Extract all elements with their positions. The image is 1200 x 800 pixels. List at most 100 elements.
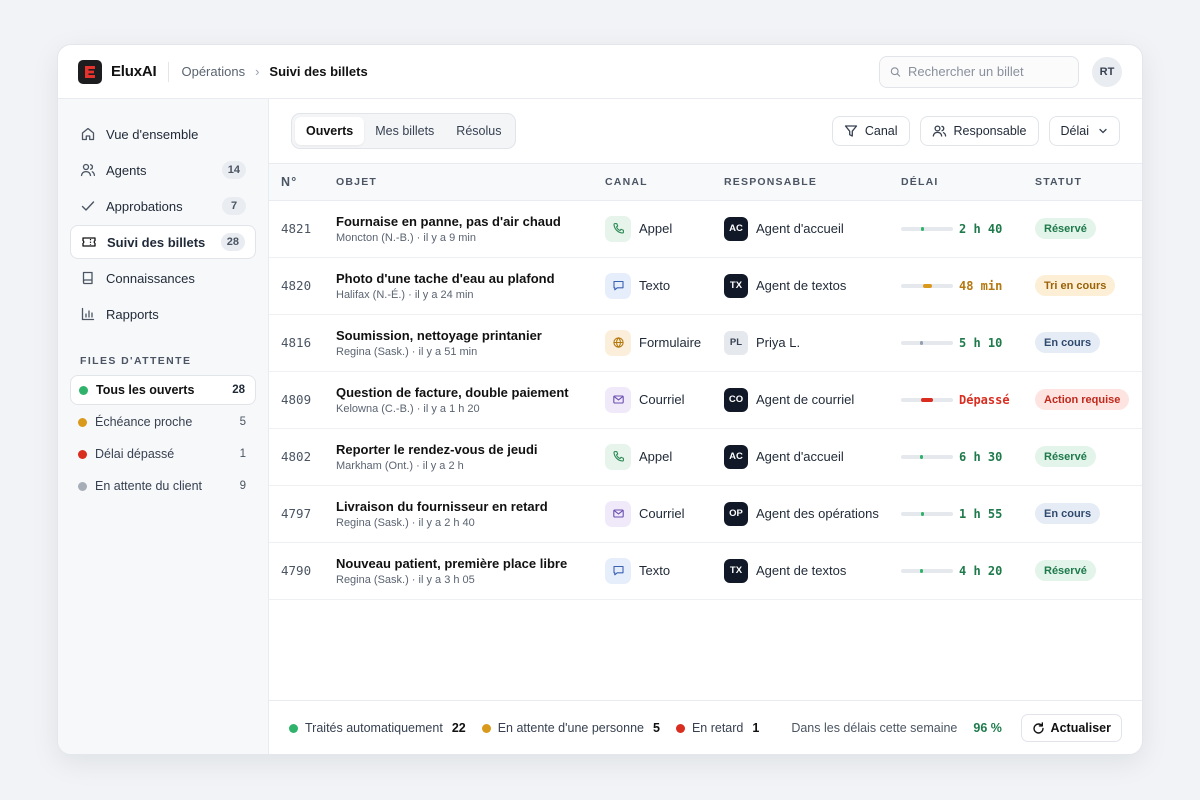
subject-cell: Photo d'une tache d'eau au plafond Halifa…: [336, 257, 605, 315]
assignee-name: Agent d'accueil: [756, 449, 844, 464]
status-dot: [78, 481, 87, 491]
header-assignee[interactable]: RESPONSABLE: [724, 164, 901, 201]
channel-label: Texto: [639, 278, 671, 293]
ticket-meta: Regina (Sask.) · il y a 2 h 40: [336, 516, 475, 529]
queue-label: Échéance proche: [95, 415, 193, 429]
ticket-subject[interactable]: Fournaise en panne, pas d'air chaud: [336, 214, 605, 229]
ticket-number: 4809: [269, 371, 336, 429]
status-badge: Réservé: [1035, 218, 1096, 239]
ticket-meta: Halifax (N.-É.) · il y a 24 min: [336, 288, 474, 301]
sidebar-item-label: Rapports: [106, 306, 159, 322]
ticket-subject[interactable]: Question de facture, double paiement: [336, 385, 605, 400]
sidebar-item-rapports[interactable]: Rapports: [70, 297, 256, 331]
status-badge: Tri en cours: [1035, 275, 1116, 296]
refresh-button[interactable]: Actualiser: [1020, 714, 1122, 742]
channel: Courriel: [605, 386, 724, 413]
status-badge: En cours: [1035, 503, 1101, 524]
assignee-cell: AC Agent d'accueil: [724, 200, 901, 258]
queue-item[interactable]: En attente du client 9: [70, 471, 256, 501]
ticket-subject[interactable]: Nouveau patient, première place libre: [336, 556, 605, 571]
search-box[interactable]: [879, 55, 1079, 88]
ticket-number: 4790: [269, 542, 336, 600]
phone-icon: [605, 443, 631, 470]
assignee-filter-button[interactable]: Responsable: [919, 116, 1039, 146]
delay-bar-fill: [920, 454, 923, 459]
table-row[interactable]: 4820 Photo d'une tache d'eau au plafond Ha…: [269, 257, 1142, 315]
delay-cell: 4 h 20: [901, 542, 1035, 600]
ticket-subject[interactable]: Reporter le rendez-vous de jeudi: [336, 442, 605, 457]
table-row[interactable]: 4821 Fournaise en panne, pas d'air chaud M…: [269, 200, 1142, 258]
queue-item[interactable]: Délai dépassé 1: [70, 439, 256, 469]
breadcrumb-parent[interactable]: Opérations: [181, 64, 245, 79]
ticket-subject[interactable]: Soumission, nettoyage printanier: [336, 328, 605, 343]
sidebar-item-vue-d-ensemble[interactable]: Vue d'ensemble: [70, 117, 256, 151]
delay-bar-fill: [921, 226, 924, 231]
tab-ouverts[interactable]: Ouverts: [295, 117, 365, 145]
tickets-table: N° OBJET CANAL RESPONSABLE DÉLAI STATUT …: [269, 164, 1142, 600]
delay-bar-fill: [921, 397, 933, 402]
header-status[interactable]: STATUT: [1035, 164, 1142, 201]
delay: 4 h 20: [901, 564, 1035, 578]
delay-bar-fill: [920, 340, 923, 345]
table-row[interactable]: 4802 Reporter le rendez-vous de jeudi Mark…: [269, 428, 1142, 486]
header-channel[interactable]: CANAL: [605, 164, 724, 201]
refresh-icon: [1032, 721, 1044, 734]
sidebar-item-label: Vue d'ensemble: [106, 126, 199, 142]
status-cell: Réservé: [1035, 200, 1142, 258]
footer-stat-value: 5: [652, 721, 660, 735]
channel-label: Appel: [639, 449, 673, 464]
user-avatar[interactable]: RT: [1092, 56, 1122, 87]
delay-value: 1 h 55: [959, 506, 1003, 521]
divider: [168, 61, 170, 82]
table-row[interactable]: 4809 Question de facture, double paiement…: [269, 371, 1142, 429]
ticket-subject[interactable]: Livraison du fournisseur en retard: [336, 499, 605, 514]
delay-value: 2 h 40: [959, 221, 1003, 236]
chevron-down-icon: [1099, 128, 1107, 134]
header-subject[interactable]: OBJET: [336, 164, 605, 201]
header-num[interactable]: N°: [269, 164, 336, 201]
table-row[interactable]: 4790 Nouveau patient, première place libr…: [269, 542, 1142, 600]
ticket-subject[interactable]: Photo d'une tache d'eau au plafond: [336, 271, 605, 286]
queue-label: En attente du client: [95, 479, 203, 493]
sidebar-item-label: Connaissances: [106, 270, 195, 286]
delay: Dépassé: [901, 393, 1035, 407]
channel-cell: Formulaire: [605, 314, 724, 372]
queue-item[interactable]: Tous les ouverts 28: [70, 375, 256, 405]
tab-mes-billets[interactable]: Mes billets: [364, 117, 445, 145]
sidebar-item-approbations[interactable]: Approbations 7: [70, 189, 256, 223]
queue-count: 9: [239, 480, 246, 492]
channel-filter-button[interactable]: Canal: [831, 116, 910, 146]
assignee-avatar: AC: [724, 444, 748, 469]
sidebar-item-agents[interactable]: Agents 14: [70, 153, 256, 187]
table-row[interactable]: 4816 Soumission, nettoyage printanier Regi…: [269, 314, 1142, 372]
sidebar-item-connaissances[interactable]: Connaissances: [70, 261, 256, 295]
status-dot: [79, 385, 88, 395]
header-delay[interactable]: DÉLAI: [901, 164, 1035, 201]
app-window: EluxAI Opérations › Suivi des billets RT…: [57, 44, 1143, 755]
assignee: TX Agent de textos: [724, 273, 901, 298]
status-cell: Réservé: [1035, 542, 1142, 600]
footer-stat-label: En attente d'une personne: [497, 721, 644, 735]
tab-resolus[interactable]: Résolus: [445, 117, 512, 145]
channel: Texto: [605, 557, 724, 584]
status-cell: Action requise: [1035, 371, 1142, 429]
globe-icon: [605, 329, 631, 356]
subject-cell: Soumission, nettoyage printanier Regina (…: [336, 314, 605, 372]
delay-filter-button[interactable]: Délai: [1048, 116, 1120, 146]
assignee-name: Agent des opérations: [756, 506, 879, 521]
assignee-cell: OP Agent des opérations: [724, 485, 901, 543]
ticket-meta: Regina (Sask.) · il y a 3 h 05: [336, 573, 475, 586]
search-input[interactable]: [908, 64, 1068, 79]
week-label: Dans les délais cette semaine: [791, 721, 958, 735]
queue-item[interactable]: Échéance proche 5: [70, 407, 256, 437]
status-dot: [289, 723, 298, 733]
sidebar-item-label: Agents: [106, 162, 147, 178]
assignee: CO Agent de courriel: [724, 387, 901, 412]
table-row[interactable]: 4797 Livraison du fournisseur en retard Re…: [269, 485, 1142, 543]
ticket-number: 4797: [269, 485, 336, 543]
assignee-name: Agent d'accueil: [756, 221, 844, 236]
channel-cell: Courriel: [605, 485, 724, 543]
delay-cell: 1 h 55: [901, 485, 1035, 543]
users-icon: [80, 162, 96, 178]
sidebar-item-suivi-des-billets[interactable]: Suivi des billets 28: [70, 225, 256, 259]
